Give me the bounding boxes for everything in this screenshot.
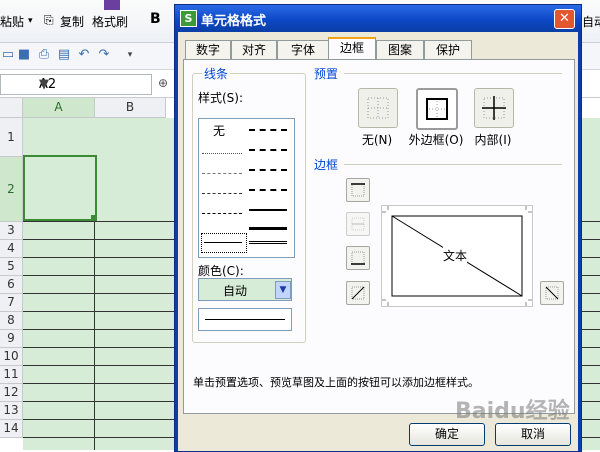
border-tab-panel: 线条 样式(S): 无 颜色(C): 自动 ▼ 预置 无(N) 外边框(O) 内…: [183, 59, 575, 414]
qat-dropdown-icon[interactable]: ▾: [122, 47, 138, 63]
divider: [344, 73, 562, 74]
border-diagonal-down-button[interactable]: [540, 281, 564, 305]
bold-button[interactable]: B: [150, 11, 161, 27]
dialog-body: 数字 对齐 字体 边框 图案 保护 线条 样式(S): 无 颜色(C): 自动 …: [178, 32, 578, 451]
tab-alignment[interactable]: 对齐: [231, 40, 277, 60]
ok-button[interactable]: 确定: [409, 423, 485, 446]
hint-text: 单击预置选项、预览草图及上面的按钮可以添加边框样式。: [193, 376, 479, 389]
row-header[interactable]: 7: [0, 294, 23, 312]
line-color-select[interactable]: 自动 ▼: [198, 278, 292, 301]
line-style-option[interactable]: [249, 227, 287, 230]
column-header-a[interactable]: A: [23, 98, 95, 118]
preview-text: 文本: [443, 247, 468, 264]
row-header[interactable]: 10: [0, 348, 23, 366]
row-header[interactable]: 1: [0, 118, 23, 157]
row-header[interactable]: 12: [0, 384, 23, 402]
line-style-label: 样式(S):: [198, 91, 244, 105]
line-style-option[interactable]: [202, 193, 242, 194]
border-inside-icon: [482, 96, 506, 120]
border-top-button[interactable]: [346, 178, 370, 202]
undo-icon[interactable]: ↶: [76, 47, 92, 63]
row-header[interactable]: 6: [0, 276, 23, 294]
tab-pattern[interactable]: 图案: [376, 40, 424, 60]
border-group-title: 边框: [312, 156, 341, 173]
line-group-title: 线条: [202, 65, 231, 82]
preset-none-button[interactable]: [358, 88, 398, 128]
paste-button[interactable]: 粘贴: [0, 13, 24, 30]
active-cell-a2[interactable]: [23, 155, 97, 221]
border-outline-icon: [426, 98, 448, 120]
row-header[interactable]: 9: [0, 330, 23, 348]
print-icon[interactable]: ⎙: [36, 47, 52, 63]
row-header[interactable]: 2: [0, 157, 23, 222]
border-diagonal-up-icon: [351, 286, 365, 300]
row-header[interactable]: 3: [0, 222, 23, 240]
zoom-formula-icon[interactable]: ⊕: [158, 76, 168, 90]
row-header[interactable]: 5: [0, 258, 23, 276]
border-top-icon: [351, 183, 365, 197]
chevron-down-icon[interactable]: ▼: [275, 281, 291, 299]
line-style-list[interactable]: 无: [198, 118, 295, 258]
border-none-icon: [367, 97, 389, 119]
dialog-titlebar[interactable]: S 单元格格式 ✕: [175, 5, 581, 31]
format-cells-dialog: S 单元格格式 ✕ 数字 对齐 字体 边框 图案 保护 线条 样式(S): 无: [174, 4, 582, 452]
line-style-option[interactable]: [249, 129, 287, 131]
save-icon[interactable]: ■: [16, 47, 32, 63]
line-color-sample: [198, 308, 292, 331]
line-style-option[interactable]: [249, 149, 287, 151]
row-header[interactable]: 11: [0, 366, 23, 384]
row-header[interactable]: 14: [0, 420, 23, 438]
line-style-option[interactable]: [249, 169, 287, 171]
copy-button[interactable]: 复制: [60, 13, 84, 30]
row-header[interactable]: 13: [0, 402, 23, 420]
line-style-option[interactable]: [249, 241, 287, 244]
close-icon[interactable]: ✕: [554, 9, 575, 29]
border-bottom-button[interactable]: [346, 246, 370, 270]
preset-none-label: 无(N): [361, 133, 393, 147]
redo-icon[interactable]: ↷: [96, 47, 112, 63]
format-painter-icon[interactable]: [104, 0, 120, 10]
app-logo-icon: S: [180, 10, 197, 27]
line-style-none[interactable]: 无: [213, 122, 225, 139]
line-color-label: 颜色(C):: [198, 264, 244, 278]
print-preview-icon[interactable]: ▤: [56, 47, 72, 63]
border-inner-horizontal-icon: [351, 217, 365, 231]
open-folder-icon[interactable]: ▭: [0, 47, 16, 63]
line-color-value: 自动: [223, 284, 248, 298]
line-style-selected[interactable]: [201, 233, 247, 253]
cancel-button[interactable]: 取消: [495, 423, 571, 446]
line-style-option[interactable]: [249, 209, 287, 211]
tab-number[interactable]: 数字: [185, 40, 231, 60]
watermark-logo: Baidu经验: [455, 399, 570, 424]
tab-font[interactable]: 字体: [277, 40, 329, 60]
preset-outline-label: 外边框(O): [408, 133, 464, 147]
preset-inside-label: 内部(I): [474, 133, 512, 147]
copy-icon[interactable]: ⎘: [44, 13, 54, 28]
border-diagonal-down-icon: [545, 286, 559, 300]
line-style-option[interactable]: [202, 153, 242, 154]
tab-protection[interactable]: 保护: [424, 40, 472, 60]
line-style-option[interactable]: [202, 173, 242, 174]
line-style-option[interactable]: [249, 189, 287, 191]
line-style-option[interactable]: [202, 213, 242, 214]
dialog-title: 单元格格式: [201, 14, 267, 29]
border-preview[interactable]: 文本: [381, 205, 533, 307]
border-bottom-icon: [351, 251, 365, 265]
select-all-corner[interactable]: [0, 98, 23, 118]
row-header[interactable]: 4: [0, 240, 23, 258]
name-box-dropdown-icon[interactable]: ▼: [39, 77, 149, 92]
presets-title: 预置: [312, 65, 341, 82]
divider: [344, 164, 562, 165]
format-painter-button[interactable]: 格式刷: [92, 13, 128, 30]
paste-dropdown-icon[interactable]: ▾: [28, 16, 33, 26]
preset-inside-button[interactable]: [474, 88, 514, 128]
column-header-b[interactable]: B: [95, 98, 166, 118]
row-header[interactable]: 8: [0, 312, 23, 330]
name-box[interactable]: A2 ▼: [0, 74, 152, 95]
border-inner-horizontal-button[interactable]: [346, 212, 370, 236]
preset-outline-button[interactable]: [416, 88, 458, 130]
border-diagonal-up-button[interactable]: [346, 281, 370, 305]
fill-handle[interactable]: [91, 215, 96, 220]
autofit-button[interactable]: 自动: [582, 13, 600, 30]
